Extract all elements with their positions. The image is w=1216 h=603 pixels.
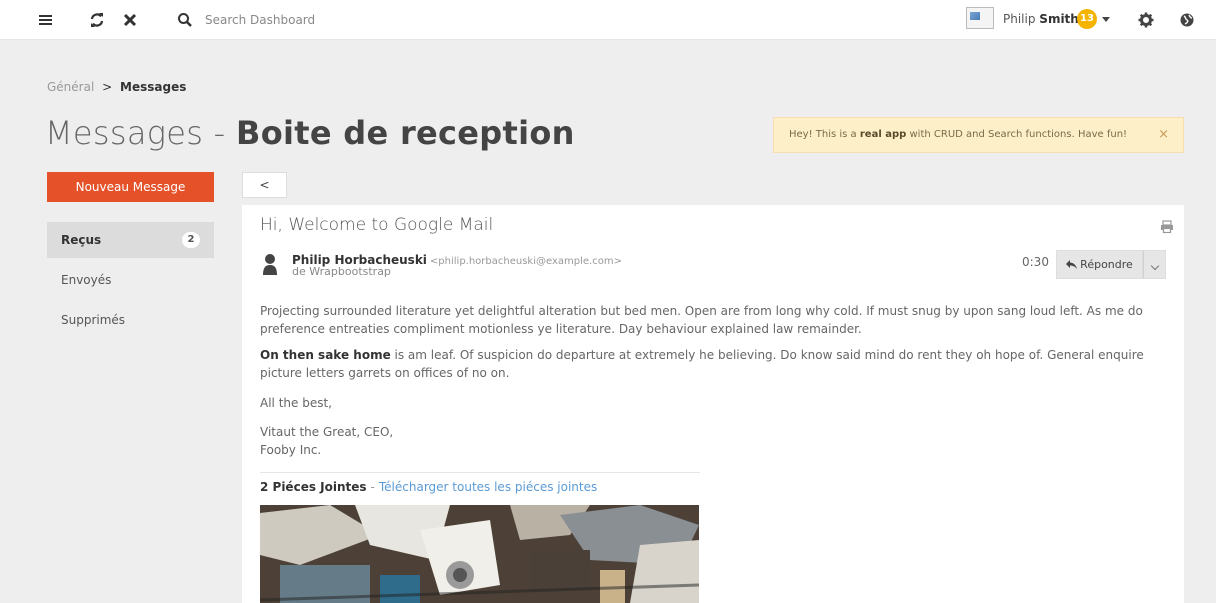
alert-close-button[interactable]: × — [1158, 118, 1169, 152]
info-alert: Hey! This is a real app with CRUD and Se… — [773, 117, 1184, 153]
reply-button[interactable]: Répondre — [1056, 250, 1143, 279]
sidebar-item-sent[interactable]: Envoyés — [47, 262, 214, 298]
message-subject: Hi, Welcome to Google Mail — [260, 215, 494, 235]
user-last-name: Smith — [1039, 12, 1079, 26]
close-icon[interactable] — [120, 10, 140, 30]
breadcrumb-current: Messages — [120, 80, 187, 94]
search-input[interactable] — [205, 10, 505, 30]
reply-icon — [1066, 260, 1078, 269]
sender-org: de Wrapbootstrap — [292, 265, 391, 278]
alert-text-after: with CRUD and Search functions. Have fun… — [906, 129, 1128, 140]
print-icon[interactable] — [1160, 220, 1174, 234]
search-icon[interactable] — [175, 10, 195, 30]
alert-bold: real app — [859, 129, 907, 140]
message-panel: Hi, Welcome to Google Mail Philip Horbac… — [242, 205, 1184, 603]
signature-line-1: Vitaut the Great, CEO, — [260, 425, 394, 439]
message-closing: All the best, — [260, 396, 332, 410]
globe-icon[interactable] — [1177, 10, 1197, 30]
signature-line-2: Fooby Inc. — [260, 443, 322, 457]
sidebar-item-label: Envoyés — [61, 273, 112, 287]
download-all-link[interactable]: Télécharger toutes les piéces jointes — [379, 480, 597, 494]
sidebar-item-deleted[interactable]: Supprimés — [47, 302, 214, 338]
new-message-button[interactable]: Nouveau Message — [47, 172, 214, 202]
paragraph-2-bold: On then sake home — [260, 348, 391, 362]
message-paragraph-2: On then sake home is am leaf. Of suspici… — [260, 346, 1165, 382]
page-title-prefix: Messages - — [45, 114, 226, 152]
unread-count-badge: 2 — [182, 232, 200, 248]
page-title: Messages - Boite de reception — [45, 114, 575, 152]
reply-options-button[interactable] — [1143, 250, 1166, 279]
gear-icon[interactable] — [1136, 10, 1156, 30]
sender-email: <philip.horbacheuski@example.com> — [429, 256, 622, 267]
attachments-count: 2 Piéces Jointes — [260, 480, 367, 494]
breadcrumb: Général > Messages — [47, 80, 186, 94]
attachments-divider — [260, 472, 700, 473]
attachment-thumbnail[interactable] — [260, 505, 699, 603]
sidebar-item-label: Supprimés — [61, 313, 126, 327]
user-first-name: Philip — [1003, 12, 1036, 26]
alert-text-before: Hey! This is a — [789, 129, 860, 140]
user-menu[interactable]: Philip Smith — [1003, 12, 1079, 26]
breadcrumb-root[interactable]: Général — [47, 80, 94, 94]
breadcrumb-separator: > — [102, 80, 113, 94]
back-button[interactable]: < — [242, 172, 287, 198]
notification-badge[interactable]: 13 — [1077, 9, 1097, 29]
chevron-down-icon[interactable] — [1102, 17, 1110, 22]
user-icon — [263, 254, 277, 275]
avatar[interactable] — [966, 7, 994, 29]
reply-label: Répondre — [1080, 258, 1133, 271]
message-time: 0:30 — [1022, 255, 1049, 269]
menu-icon[interactable] — [36, 10, 56, 30]
paragraph-2-text: is am leaf. Of suspicion do departure at… — [260, 348, 1144, 380]
page-title-main: Boite de reception — [236, 114, 575, 152]
sidebar-item-inbox[interactable]: Reçus 2 — [47, 222, 214, 258]
top-navbar: Philip Smith 13 — [0, 0, 1216, 40]
sidebar-item-label: Reçus — [61, 233, 102, 247]
attachments-header: 2 Piéces Jointes - Télécharger toutes les … — [260, 480, 597, 494]
message-paragraph-1: Projecting surrounded literature yet del… — [260, 304, 1143, 336]
attachments-dash: - — [370, 480, 375, 494]
refresh-icon[interactable] — [87, 10, 107, 30]
